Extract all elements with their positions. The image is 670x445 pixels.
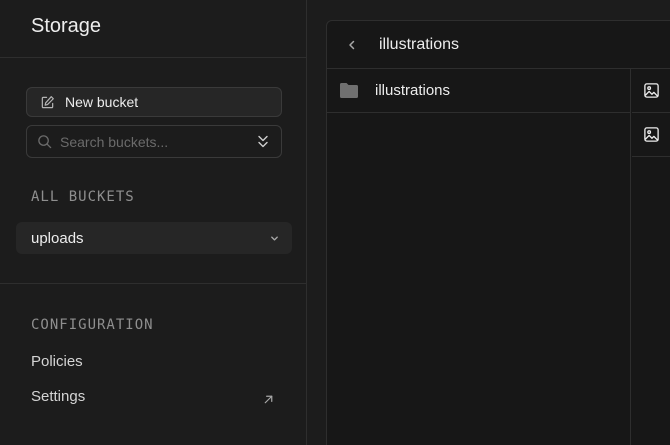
file-row[interactable] <box>632 113 670 157</box>
current-folder-title: illustrations <box>379 35 460 53</box>
chevron-down-icon <box>268 232 280 244</box>
bucket-item-label: uploads <box>31 229 84 247</box>
folder-row[interactable]: illustrations <box>327 69 630 113</box>
search-buckets-field <box>26 125 282 158</box>
sidebar-item-policies[interactable]: Policies <box>31 353 281 370</box>
new-bucket-label: New bucket <box>65 94 139 110</box>
file-explorer: illustrations illustrations <box>326 20 670 445</box>
sort-toggle-button[interactable] <box>249 128 277 156</box>
search-icon <box>36 134 52 150</box>
sidebar-item-label: Policies <box>31 353 83 370</box>
external-link-icon <box>261 392 275 406</box>
file-row[interactable] <box>632 69 670 113</box>
file-column <box>632 69 670 157</box>
new-bucket-button[interactable]: New bucket <box>26 87 282 117</box>
configuration-heading: CONFIGURATION <box>31 317 154 333</box>
chevron-left-icon <box>349 40 355 49</box>
explorer-header: illustrations <box>327 21 670 69</box>
image-icon <box>642 82 660 100</box>
sidebar-divider <box>0 283 306 284</box>
bucket-item-uploads[interactable]: uploads <box>16 222 292 254</box>
all-buckets-heading: ALL BUCKETS <box>31 189 135 205</box>
image-icon <box>642 126 660 144</box>
folder-column: illustrations <box>327 69 631 445</box>
search-buckets-input[interactable] <box>60 133 249 150</box>
sidebar-title: Storage <box>31 15 102 37</box>
sidebar-item-settings[interactable]: Settings <box>31 386 281 406</box>
folder-icon <box>339 82 359 100</box>
chevrons-down-icon <box>258 135 268 147</box>
back-button[interactable] <box>345 38 359 52</box>
sidebar-item-label: Settings <box>31 387 86 405</box>
edit-icon <box>39 94 55 110</box>
folder-name: illustrations <box>375 82 451 99</box>
sidebar-header: Storage <box>0 0 306 58</box>
storage-sidebar: Storage New bucket ALL BUCKETS upload <box>0 0 307 445</box>
